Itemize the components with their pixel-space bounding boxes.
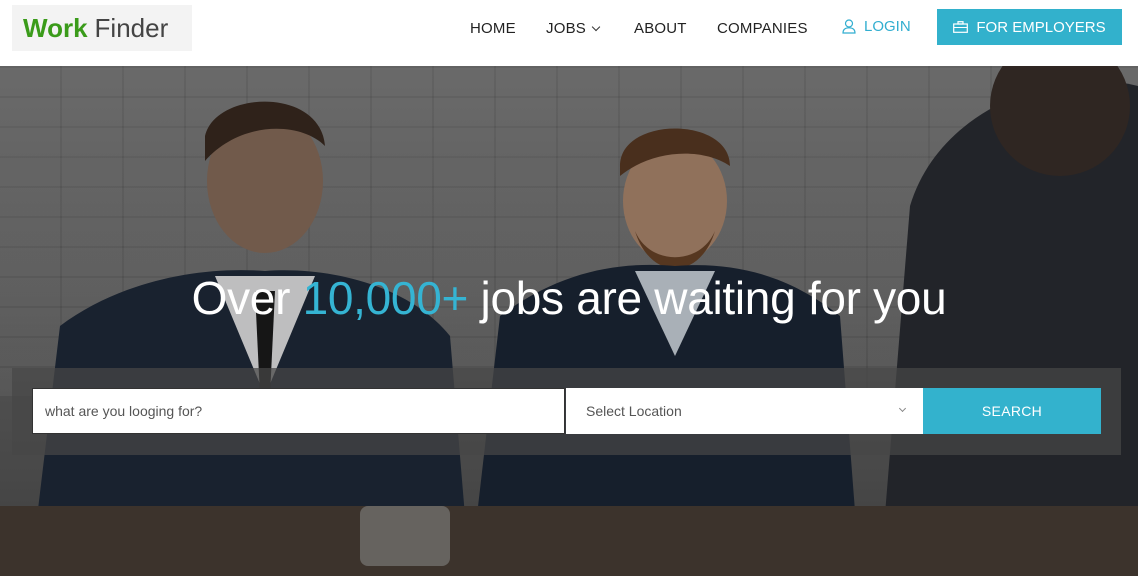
logo-word-finder: Finder (94, 12, 169, 43)
for-employers-label: FOR EMPLOYERS (976, 18, 1106, 36)
nav-jobs-label: JOBS (546, 20, 586, 37)
hero-section: Over 10,000+ jobs are waiting for you Se… (0, 66, 1138, 576)
search-button[interactable]: SEARCH (923, 388, 1101, 434)
nav-home[interactable]: HOME (470, 20, 516, 37)
location-select-value: Select Location (586, 403, 682, 419)
hero-headline-after: jobs are waiting for you (468, 272, 947, 324)
briefcase-icon (953, 21, 969, 33)
login-label: LOGIN (864, 18, 911, 35)
site-logo[interactable]: Work Finder (12, 5, 192, 51)
job-search-input[interactable] (32, 388, 565, 434)
site-header: Work Finder HOME JOBS ABOUT COMPANIES LO… (0, 0, 1138, 66)
login-link[interactable]: LOGIN (842, 18, 911, 35)
hero-headline: Over 10,000+ jobs are waiting for you (0, 271, 1138, 325)
location-select[interactable]: Select Location (566, 388, 923, 434)
hero-headline-highlight: 10,000+ (302, 272, 469, 324)
chevron-down-icon (898, 404, 907, 413)
nav-companies[interactable]: COMPANIES (717, 20, 808, 37)
chevron-down-icon (591, 22, 601, 32)
nav-jobs[interactable]: JOBS (546, 20, 601, 37)
for-employers-button[interactable]: FOR EMPLOYERS (937, 9, 1122, 45)
nav-about[interactable]: ABOUT (634, 20, 687, 37)
hero-headline-before: Over (191, 272, 303, 324)
user-icon (842, 19, 856, 34)
logo-word-work: Work (23, 12, 88, 43)
